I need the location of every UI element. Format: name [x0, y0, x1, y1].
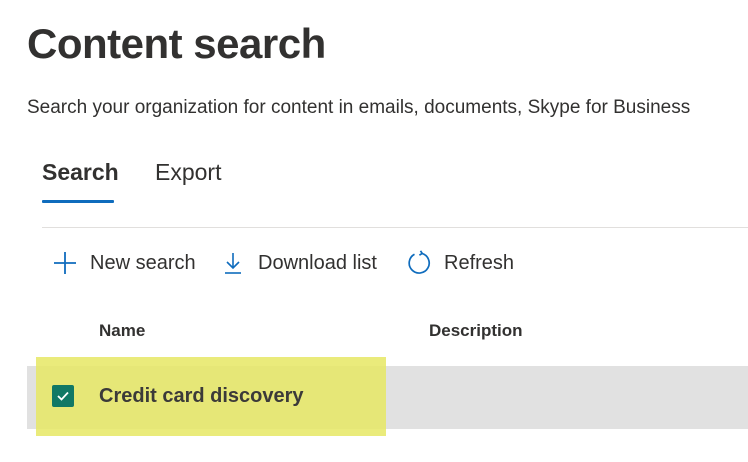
new-search-button[interactable]: New search: [52, 246, 196, 280]
tab-selected-indicator: [42, 200, 114, 203]
refresh-icon: [406, 250, 432, 276]
plus-icon: [52, 250, 78, 276]
download-list-label: Download list: [258, 251, 377, 274]
new-search-label: New search: [90, 251, 196, 274]
row-checkbox[interactable]: [52, 385, 74, 407]
page-subtitle: Search your organization for content in …: [27, 97, 691, 118]
divider: [42, 227, 748, 228]
refresh-button[interactable]: Refresh: [406, 246, 514, 280]
column-header-description[interactable]: Description: [429, 320, 523, 342]
column-header-name[interactable]: Name: [99, 320, 145, 342]
content-search-page: Content search Search your organization …: [0, 0, 748, 462]
download-icon: [222, 250, 244, 276]
row-name-cell[interactable]: Credit card discovery: [99, 383, 304, 409]
page-title: Content search: [27, 20, 326, 67]
refresh-label: Refresh: [444, 251, 515, 274]
tab-export[interactable]: Export: [155, 156, 221, 188]
download-list-button[interactable]: Download list: [222, 246, 377, 280]
checkmark-icon: [57, 391, 69, 401]
tab-search[interactable]: Search: [42, 156, 119, 188]
